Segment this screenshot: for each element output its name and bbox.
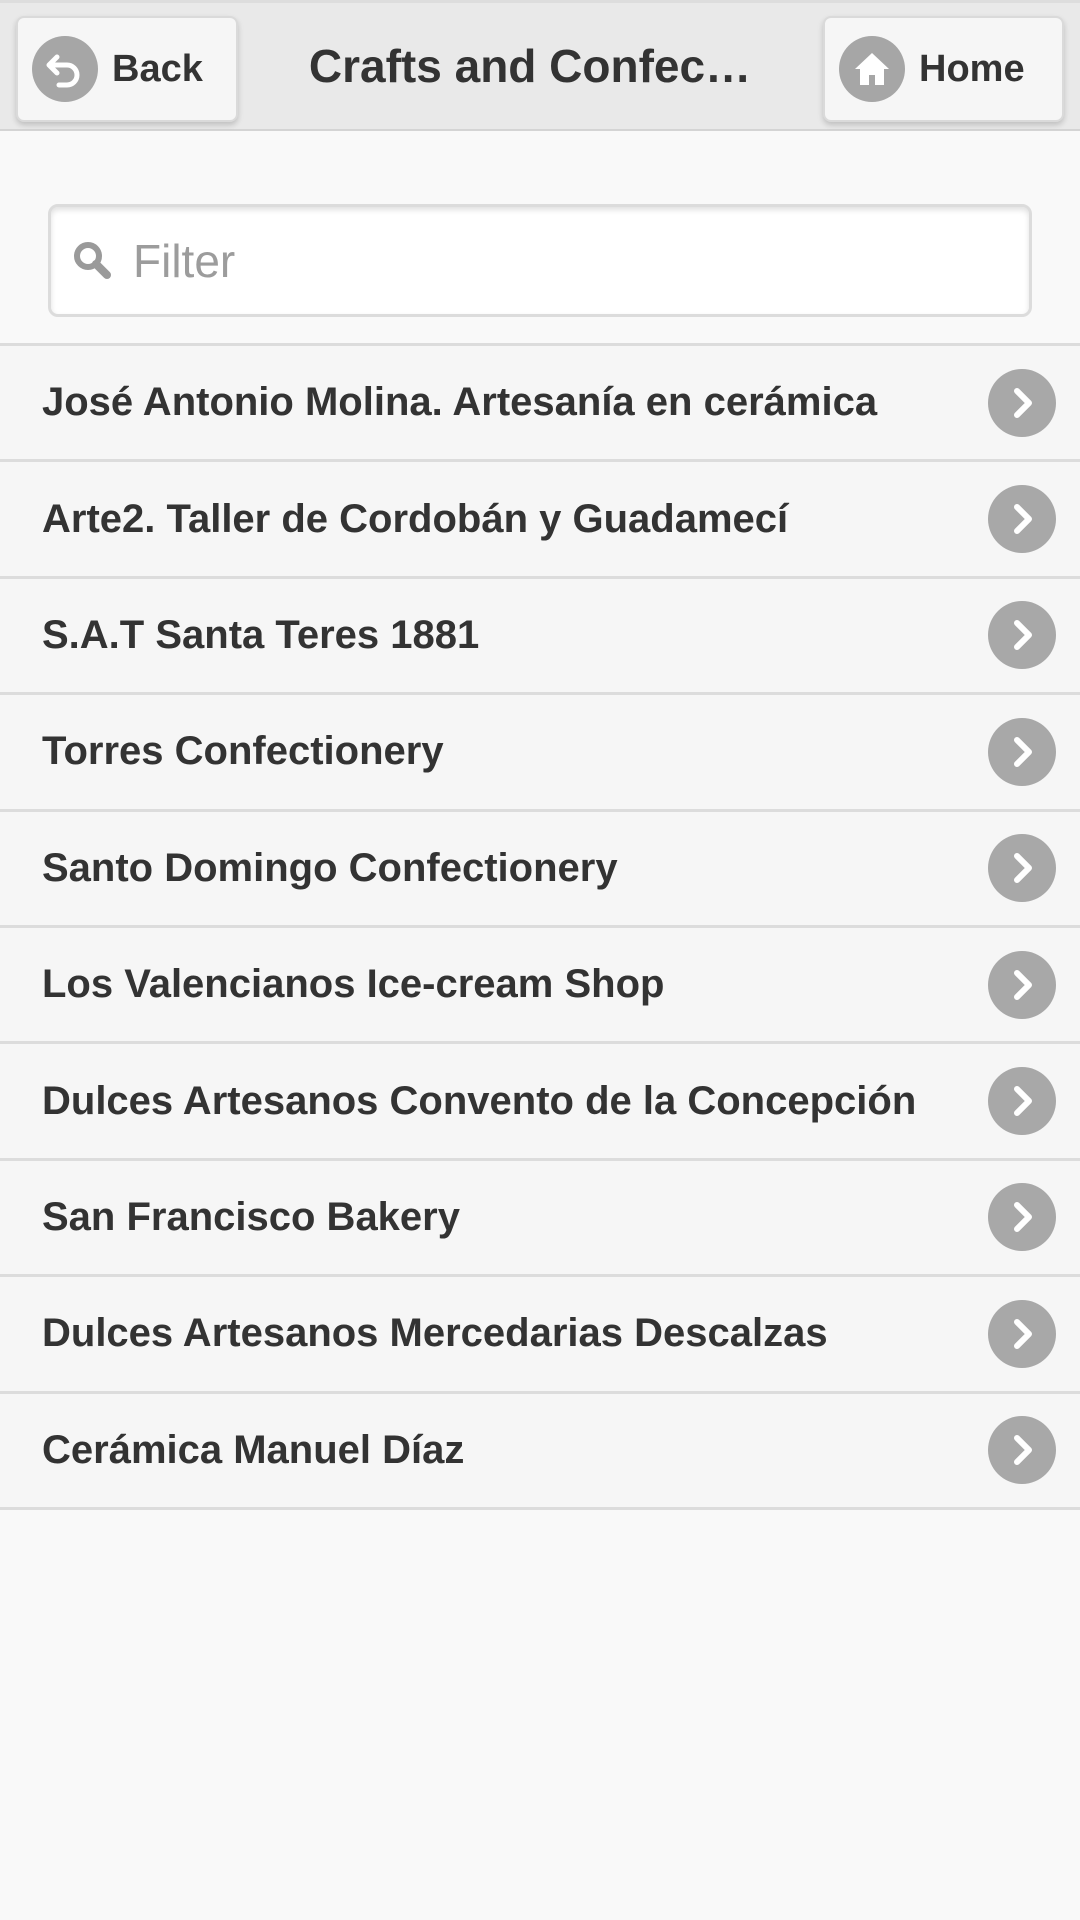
list-item[interactable]: José Antonio Molina. Artesanía en cerámi… — [0, 346, 1080, 463]
search-icon — [67, 235, 119, 287]
list-item-label: Santo Domingo Confectionery — [42, 845, 618, 890]
list-item[interactable]: S.A.T Santa Teres 1881 — [0, 578, 1080, 696]
list-item-label: S.A.T Santa Teres 1881 — [42, 612, 480, 657]
list-item[interactable]: Arte2. Taller de Cordobán y Guadamecí — [0, 462, 1080, 579]
chevron-right-icon — [988, 485, 1056, 554]
list-item[interactable]: Los Valencianos Ice-cream Shop — [0, 927, 1080, 1045]
list-item-label: José Antonio Molina. Artesanía en cerámi… — [42, 380, 878, 425]
list-item-label: Arte2. Taller de Cordobán y Guadamecí — [42, 496, 789, 541]
chevron-right-icon — [988, 834, 1056, 903]
chevron-right-icon — [988, 1183, 1056, 1252]
back-button[interactable]: Back — [16, 16, 238, 122]
list-item-label: Los Valencianos Ice-cream Shop — [42, 962, 665, 1007]
filter-field[interactable] — [48, 204, 1032, 317]
list-item-label: Cerámica Manuel Díaz — [42, 1427, 465, 1472]
list-item-label: Torres Confectionery — [42, 729, 444, 774]
chevron-right-icon — [988, 717, 1056, 786]
list-item[interactable]: Santo Domingo Confectionery — [0, 811, 1080, 928]
filter-input[interactable] — [133, 207, 993, 314]
list-item-label: Dulces Artesanos Convento de la Concepci… — [42, 1078, 917, 1123]
home-button[interactable]: Home — [823, 16, 1064, 122]
home-icon — [839, 36, 905, 102]
filter-bar — [0, 131, 1080, 343]
back-button-label: Back — [112, 47, 203, 90]
chevron-right-icon — [988, 950, 1056, 1019]
chevron-right-icon — [988, 368, 1056, 437]
chevron-right-icon — [988, 1067, 1056, 1136]
list-item-label: San Francisco Bakery — [42, 1194, 460, 1239]
chevron-right-icon — [988, 601, 1056, 670]
list-item[interactable]: Dulces Artesanos Mercedarias Descalzas — [0, 1277, 1080, 1394]
chevron-right-icon — [988, 1299, 1056, 1368]
results-list: José Antonio Molina. Artesanía en cerámi… — [0, 343, 1080, 1510]
list-item[interactable]: San Francisco Bakery — [0, 1160, 1080, 1278]
list-item-label: Dulces Artesanos Mercedarias Descalzas — [42, 1311, 828, 1356]
list-item[interactable]: Cerámica Manuel Díaz — [0, 1393, 1080, 1510]
list-item[interactable]: Dulces Artesanos Convento de la Concepci… — [0, 1044, 1080, 1161]
chevron-right-icon — [988, 1416, 1056, 1485]
list-item[interactable]: Torres Confectionery — [0, 695, 1080, 812]
home-button-label: Home — [919, 47, 1025, 90]
page-title: Crafts and Confec… — [308, 40, 752, 92]
back-arrow-icon — [32, 36, 98, 102]
header-bar: Back Crafts and Confec… Home — [0, 0, 1080, 131]
